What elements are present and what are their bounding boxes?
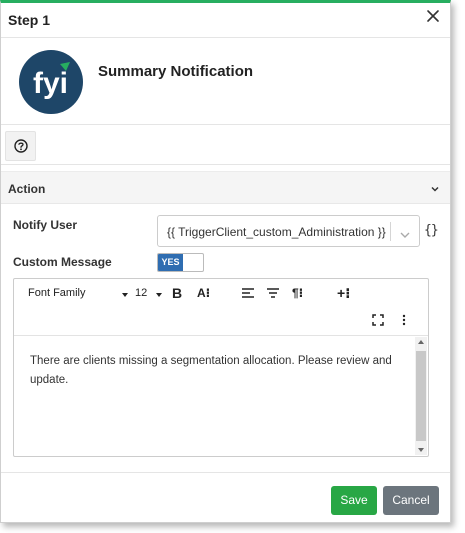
chevron-down-icon xyxy=(430,181,440,199)
help-circle-icon xyxy=(14,139,28,153)
select-divider xyxy=(390,222,391,241)
notify-user-value: {{ TriggerClient_custom_Administration }… xyxy=(167,225,386,239)
summary-header: fyi Summary Notification xyxy=(1,38,450,125)
scrollbar-thumb[interactable] xyxy=(416,351,426,441)
select-chevron-icon[interactable] xyxy=(399,227,411,245)
step-dialog: Step 1 fyi Summary Notification Action N… xyxy=(0,0,451,523)
message-editor: Font Family 12 B A⁝ ¶⁝ +⁝ There are clie… xyxy=(13,278,429,457)
action-section-header[interactable]: Action xyxy=(1,171,450,204)
dialog-header: Step 1 xyxy=(1,3,450,38)
variables-braces-icon[interactable]: {} xyxy=(424,223,439,238)
fullscreen-icon[interactable] xyxy=(372,314,384,329)
notify-user-select[interactable]: {{ TriggerClient_custom_Administration }… xyxy=(157,215,420,247)
fyi-logo: fyi xyxy=(19,50,83,114)
help-button[interactable] xyxy=(5,131,36,161)
align-center-icon[interactable] xyxy=(266,287,280,302)
message-content[interactable]: There are clients missing a segmentation… xyxy=(30,352,400,390)
save-button[interactable]: Save xyxy=(331,486,377,515)
action-label: Action xyxy=(8,182,46,196)
scroll-down-icon[interactable] xyxy=(418,448,424,452)
editor-scrollbar[interactable] xyxy=(415,337,427,455)
custom-message-toggle[interactable]: YES xyxy=(157,253,204,272)
editor-toolbar-divider xyxy=(14,335,428,336)
help-toolbar xyxy=(1,125,450,165)
insert-button[interactable]: +⁝ xyxy=(337,285,351,302)
scroll-up-icon[interactable] xyxy=(418,340,424,344)
page-title: Summary Notification xyxy=(98,63,254,80)
more-vertical-icon[interactable] xyxy=(402,314,406,329)
text-style-button[interactable]: A⁝ xyxy=(197,286,210,300)
font-size-caret-icon xyxy=(156,293,162,297)
bold-button[interactable]: B xyxy=(172,285,182,301)
close-icon[interactable] xyxy=(426,9,440,23)
font-family-dropdown[interactable]: Font Family xyxy=(28,287,85,299)
font-family-caret-icon xyxy=(122,293,128,297)
cancel-button[interactable]: Cancel xyxy=(383,486,439,515)
custom-message-label: Custom Message xyxy=(13,255,112,269)
font-size-dropdown[interactable]: 12 xyxy=(135,287,147,299)
footer-divider xyxy=(1,472,450,473)
toggle-yes-label: YES xyxy=(158,254,183,271)
align-left-icon[interactable] xyxy=(241,287,255,302)
notify-user-label: Notify User xyxy=(13,218,78,232)
svg-text:fyi: fyi xyxy=(33,67,68,100)
paragraph-button[interactable]: ¶⁝ xyxy=(292,286,303,300)
dialog-title: Step 1 xyxy=(8,12,51,28)
